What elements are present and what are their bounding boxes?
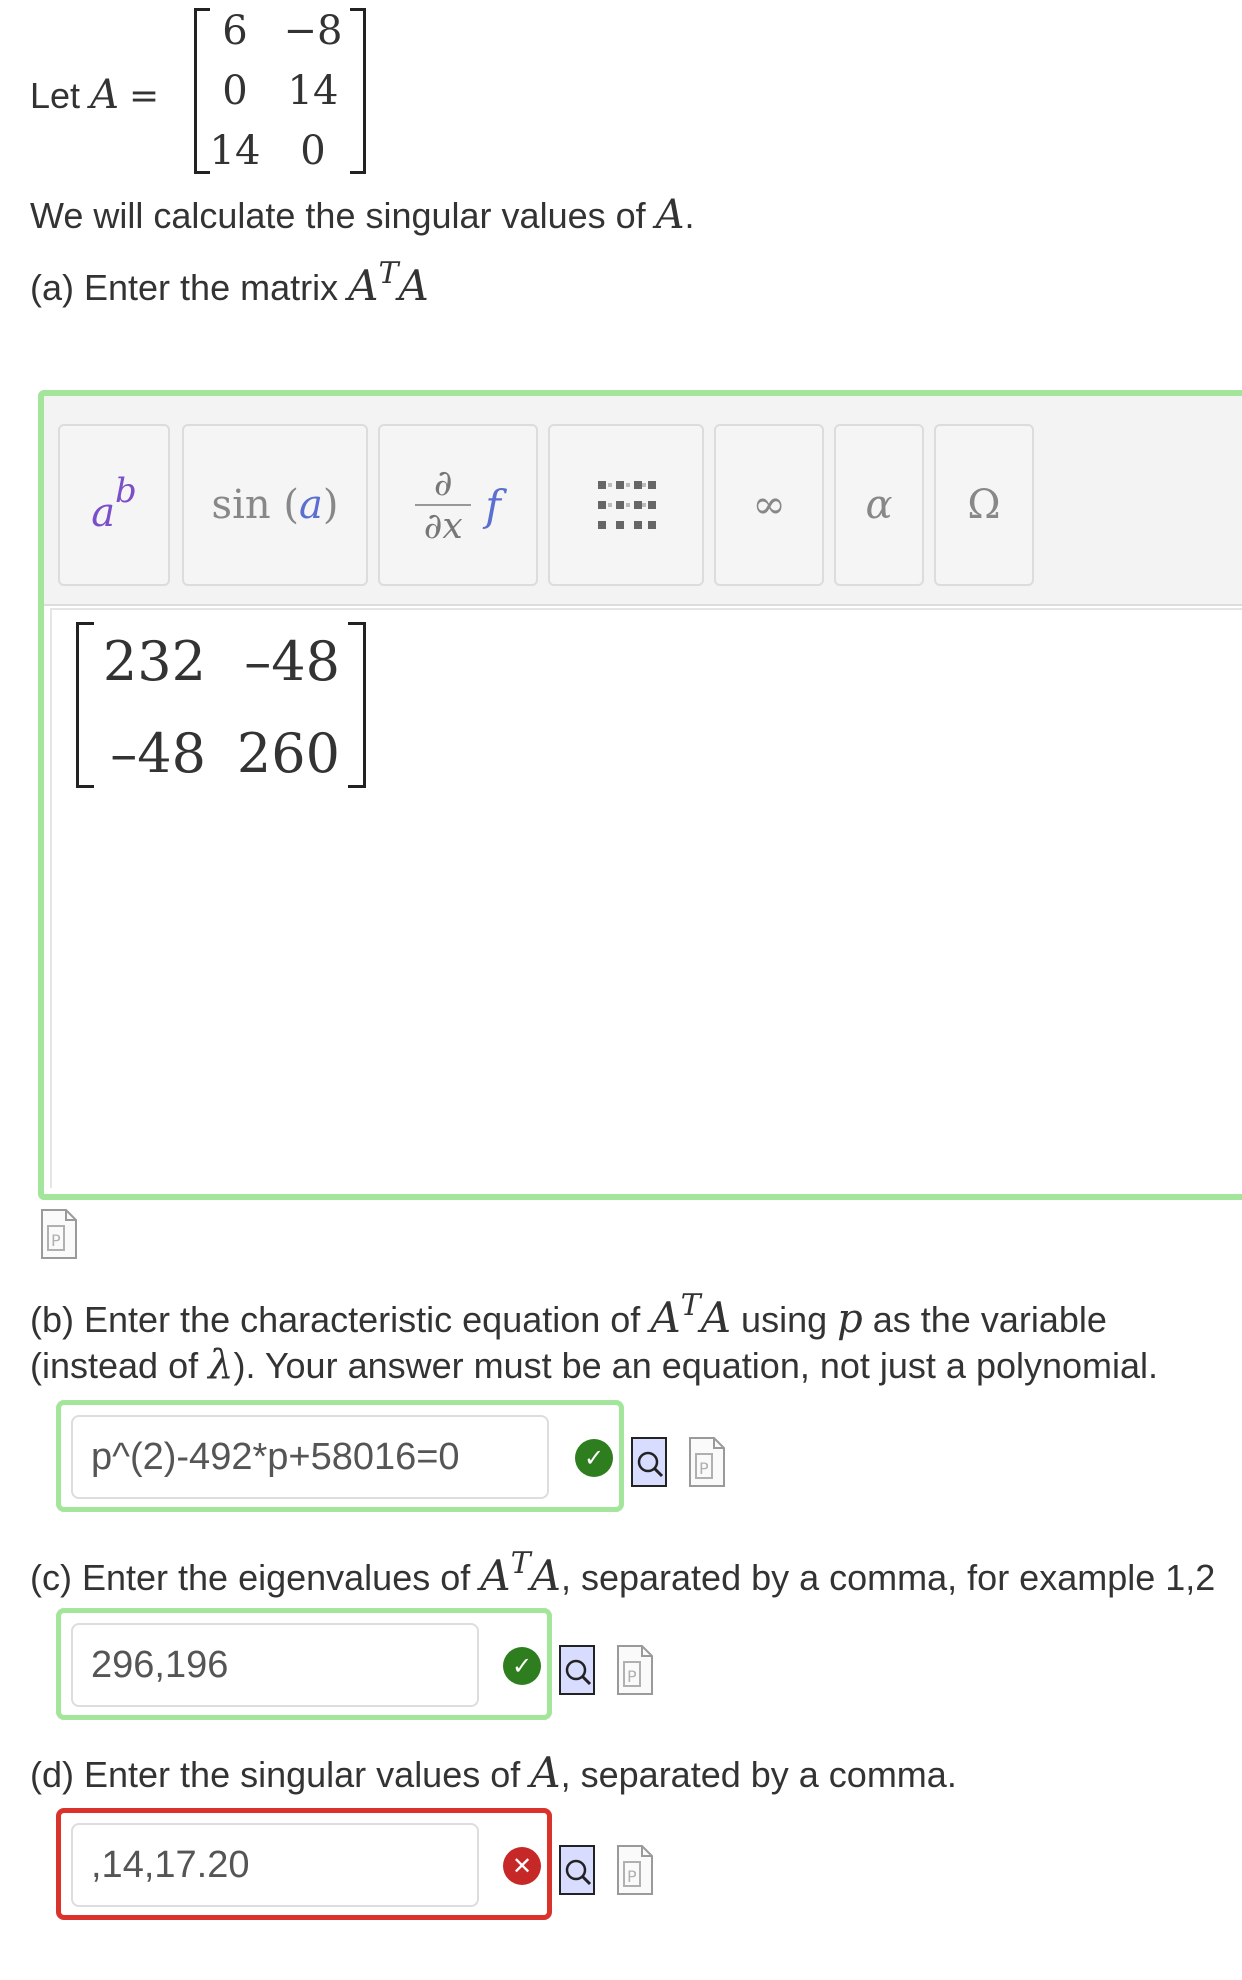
matrix-grid-icon [598, 481, 656, 529]
part-b-label-line1: (b) Enter the characteristic equation of… [30, 1288, 1107, 1342]
math-transpose: T [680, 1288, 701, 1323]
editor-input-area[interactable]: 232 –48 –48 260 [50, 608, 1242, 1188]
matrix-cell: 6 [222, 8, 248, 54]
part-a-text: (a) Enter the matrix [30, 267, 339, 308]
let-label: Let A = [30, 72, 159, 118]
incorrect-icon: ✕ [503, 1847, 541, 1885]
answer-preview-icon[interactable] [558, 1844, 596, 1896]
math-a: A [530, 1551, 561, 1600]
part-c-text: (c) Enter the eigenvalues of [30, 1557, 471, 1598]
infinity-icon: ∞ [752, 482, 786, 528]
answer-cell[interactable]: 260 [216, 722, 340, 785]
svg-text:P: P [51, 1231, 61, 1250]
matrix-cell: 14 [287, 68, 339, 114]
part-b-text: as the variable [872, 1299, 1107, 1340]
math-a: A [700, 1293, 732, 1342]
part-b-text: using [741, 1299, 828, 1340]
preview-doc-icon[interactable]: P [616, 1844, 654, 1896]
part-b-text: (b) Enter the characteristic equation of [30, 1299, 641, 1340]
svg-text:P: P [699, 1459, 709, 1478]
answer-right-bracket [348, 622, 366, 788]
answer-cell[interactable]: 232 [92, 630, 206, 693]
derivative-denominator: ∂x [423, 506, 463, 547]
matrix-editor: ab sin (a) ∂ ∂x f ∞ α Ω 232 –48 –48 260 [38, 390, 1242, 1200]
part-b-input[interactable]: p^(2)-492*p+58016=0 [71, 1415, 549, 1499]
answer-preview-icon[interactable] [630, 1436, 668, 1488]
omega-icon: Ω [967, 482, 1001, 528]
derivative-fraction: ∂ ∂x [415, 463, 472, 547]
math-a: A [348, 261, 379, 310]
preview-doc-icon[interactable]: P [40, 1208, 78, 1260]
math-p: p [837, 1296, 863, 1342]
part-c-label: (c) Enter the eigenvalues of ATA, separa… [30, 1546, 1216, 1600]
answer-cell[interactable]: –48 [216, 630, 340, 693]
part-b-text: ). Your answer must be an equation, not … [233, 1345, 1159, 1386]
correct-icon: ✓ [503, 1647, 541, 1685]
answer-matrix: 232 –48 –48 260 [76, 622, 366, 790]
part-d-answer-box: ,14,17.20 ✕ [56, 1808, 552, 1920]
math-a: A [650, 1293, 681, 1342]
svg-text:P: P [627, 1867, 637, 1886]
intro-end: . [684, 195, 695, 236]
power-exponent: b [115, 471, 137, 511]
math-a: A [398, 261, 429, 310]
part-c-text: , separated by a comma, for example 1,2 [560, 1557, 1216, 1598]
math-lambda: λ [208, 1342, 234, 1388]
derivative-numerator: ∂ [433, 463, 453, 504]
intro-text: We will calculate the singular values of… [30, 192, 695, 238]
alpha-button[interactable]: α [834, 424, 924, 586]
paren-open: ( [283, 482, 299, 528]
part-d-label: (d) Enter the singular values of A, sepa… [30, 1748, 957, 1797]
math-transpose: T [378, 256, 399, 291]
power-button[interactable]: ab [58, 424, 170, 586]
omega-button[interactable]: Ω [934, 424, 1034, 586]
svg-text:P: P [627, 1667, 637, 1686]
part-b-answer-box: p^(2)-492*p+58016=0 ✓ [56, 1400, 624, 1512]
matrix-cell: −8 [283, 8, 343, 54]
part-c-answer-box: 296,196 ✓ [56, 1608, 552, 1720]
paren-close: ) [322, 482, 339, 528]
equals-sign: = [128, 76, 160, 117]
matrix-grid-button[interactable] [548, 424, 704, 586]
trig-button[interactable]: sin (a) [182, 424, 368, 586]
matrix-a: 6 −8 0 14 14 0 [190, 8, 370, 176]
infinity-button[interactable]: ∞ [714, 424, 824, 586]
math-transpose: T [510, 1546, 531, 1581]
intro-var: A [655, 192, 685, 238]
intro-sentence: We will calculate the singular values of [30, 195, 646, 236]
alpha-icon: α [865, 482, 893, 528]
part-c-input[interactable]: 296,196 [71, 1623, 479, 1707]
part-d-input[interactable]: ,14,17.20 [71, 1823, 479, 1907]
matrix-cell: 14 [209, 128, 261, 174]
let-word: Let [30, 75, 81, 116]
derivative-button[interactable]: ∂ ∂x f [378, 424, 538, 586]
answer-preview-icon[interactable] [558, 1644, 596, 1696]
correct-icon: ✓ [575, 1439, 613, 1477]
part-d-text: , separated by a comma. [560, 1754, 957, 1795]
matrix-name: A [90, 72, 119, 118]
editor-toolbar: ab sin (a) ∂ ∂x f ∞ α Ω [44, 396, 1242, 606]
part-b-text: (instead of [30, 1345, 199, 1386]
math-a: A [530, 1748, 561, 1797]
part-d-text: (d) Enter the singular values of [30, 1754, 521, 1795]
power-base: a [91, 490, 116, 536]
part-a-label: (a) Enter the matrix ATA [30, 256, 429, 310]
part-b-label-line2: (instead of λ). Your answer must be an e… [30, 1342, 1158, 1388]
preview-doc-icon[interactable]: P [616, 1644, 654, 1696]
math-a: A [480, 1551, 511, 1600]
trig-arg: a [298, 482, 323, 528]
function-f: f [485, 480, 501, 530]
preview-doc-icon[interactable]: P [688, 1436, 726, 1488]
matrix-cell: 0 [300, 128, 326, 174]
answer-cell[interactable]: –48 [92, 722, 206, 785]
trig-name: sin [211, 482, 271, 528]
matrix-cell: 0 [222, 68, 248, 114]
